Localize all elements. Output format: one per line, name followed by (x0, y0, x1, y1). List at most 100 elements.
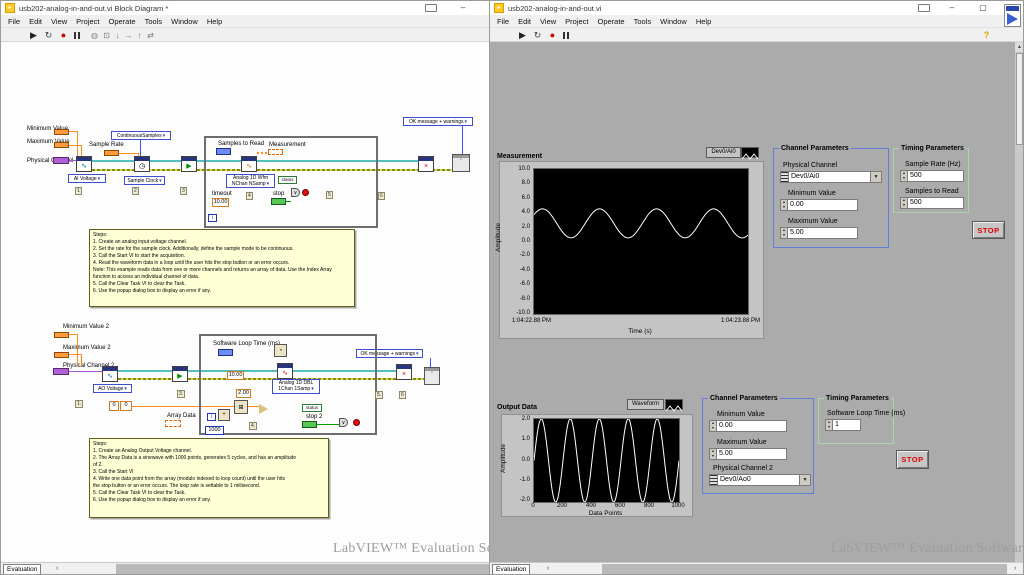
combo-value[interactable]: Dev0/Ai0 (789, 171, 871, 183)
numeric-value[interactable]: 0.00 (788, 199, 858, 211)
status-indicator[interactable]: status (278, 176, 297, 184)
daqmx-create-channel-icon[interactable]: ∿ (76, 156, 92, 172)
spinner-arrows-icon[interactable]: ▲▼ (709, 420, 717, 432)
daqmx-clear-task-icon[interactable]: × (418, 156, 434, 172)
plot-area[interactable] (533, 168, 749, 315)
sample-mode-constant[interactable]: ContinuousSamples (111, 131, 171, 140)
plot-legend[interactable]: Waveform (627, 399, 664, 410)
minimize-button[interactable]: – (942, 1, 962, 14)
scroll-left-icon[interactable]: ‹ (547, 564, 549, 574)
plot-area[interactable] (533, 418, 680, 503)
maximum-value-input[interactable]: ▲▼ 5.00 (780, 227, 858, 239)
spinner-arrows-icon[interactable]: ▲▼ (825, 419, 833, 431)
chevron-down-icon[interactable]: ▼ (871, 171, 882, 183)
run-button-icon[interactable]: ▶ (516, 29, 529, 41)
abort-button-icon[interactable]: ● (57, 29, 70, 41)
menu-item-file[interactable]: File (497, 17, 509, 26)
evaluation-tab[interactable]: Evaluation (492, 564, 530, 575)
points-constant[interactable]: 1000 (205, 426, 224, 435)
menu-item-tools[interactable]: Tools (145, 17, 163, 26)
waveform-legend-icon[interactable] (665, 399, 683, 410)
minimize-button[interactable]: – (453, 1, 473, 14)
menu-item-file[interactable]: File (8, 17, 20, 26)
maximum-value-terminal[interactable] (54, 142, 69, 148)
block-diagram-canvas[interactable]: Minimum Value Maximum Value Sample Rate … (1, 42, 489, 562)
array-data-terminal[interactable] (165, 420, 181, 427)
sample-rate-input[interactable]: ▲▼ 500 (900, 170, 964, 182)
run-button-icon[interactable]: ▶ (27, 29, 40, 41)
scroll-right-icon[interactable]: › (1014, 564, 1016, 574)
multiply-node[interactable] (259, 404, 268, 414)
spinner-arrows-icon[interactable]: ▲▼ (900, 170, 908, 182)
daqmx-start-task-2-icon[interactable]: ▶ (172, 366, 188, 382)
loop-condition-terminal-2[interactable] (353, 419, 360, 426)
titlebar[interactable]: ▸ usb202-analog-in-and-out.vi Block Diag… (1, 1, 489, 15)
menu-item-window[interactable]: Window (171, 17, 198, 26)
daqmx-read-icon[interactable]: ∿ (241, 156, 257, 172)
numeric-value[interactable]: 5.00 (717, 448, 787, 460)
daqmx-timing-icon[interactable]: ◷ (134, 156, 150, 172)
clean-up-diagram-icon[interactable]: ⇄ (144, 29, 157, 41)
pause-button-icon[interactable] (559, 29, 572, 41)
numeric-value[interactable]: 500 (908, 197, 964, 209)
chevron-down-icon[interactable]: ▼ (800, 474, 811, 486)
ao-voltage-selector[interactable]: AO Voltage (93, 384, 132, 393)
numeric-value[interactable]: 1 (833, 419, 861, 431)
vertical-scrollbar[interactable]: ▲ (1014, 42, 1024, 562)
simple-error-handler-2-icon[interactable]: ! (424, 367, 440, 385)
menu-item-project[interactable]: Project (565, 17, 588, 26)
spinner-arrows-icon[interactable]: ▲▼ (709, 448, 717, 460)
timeout-constant[interactable]: 10.00 (212, 198, 229, 207)
array-index-box[interactable]: 0 (109, 401, 119, 411)
daqmx-write-icon[interactable]: ∿ (277, 363, 293, 379)
menu-item-view[interactable]: View (51, 17, 67, 26)
daqmx-clear-task-2-icon[interactable]: × (396, 364, 412, 380)
stop-2-button[interactable]: STOP (896, 450, 929, 469)
index-array-icon[interactable]: ⊞ (234, 400, 248, 414)
horizontal-scrollbar[interactable] (602, 564, 1007, 574)
waveform-legend-icon[interactable] (741, 147, 759, 158)
maximize-button[interactable]: ▢ (973, 1, 993, 14)
physical-channel-terminal[interactable] (53, 157, 69, 164)
evaluation-tab[interactable]: Evaluation (3, 564, 41, 575)
run-continuous-icon[interactable]: ↻ (531, 29, 544, 41)
minimum-value-input[interactable]: ▲▼ 0.00 (780, 199, 858, 211)
scrollbar-thumb[interactable] (1016, 53, 1023, 145)
status-indicator-2[interactable]: status (302, 404, 322, 412)
run-continuous-icon[interactable]: ↻ (42, 29, 55, 41)
minimum-value-2-terminal[interactable] (54, 332, 69, 338)
error-dialog-type-constant[interactable]: OK message + warnings (403, 117, 473, 126)
menu-item-tools[interactable]: Tools (634, 17, 652, 26)
amplitude-constant[interactable]: 2.00 (236, 389, 251, 398)
loop-condition-terminal[interactable] (302, 189, 309, 196)
menu-item-view[interactable]: View (540, 17, 556, 26)
iteration-terminal-2[interactable]: i (207, 413, 216, 421)
sample-rate-terminal[interactable] (104, 150, 119, 156)
menu-item-project[interactable]: Project (76, 17, 99, 26)
menu-item-help[interactable]: Help (207, 17, 222, 26)
menu-item-window[interactable]: Window (660, 17, 687, 26)
menu-item-help[interactable]: Help (696, 17, 711, 26)
daqmx-start-task-icon[interactable]: ▶ (181, 156, 197, 172)
menu-item-operate[interactable]: Operate (109, 17, 136, 26)
spinner-arrows-icon[interactable]: ▲▼ (780, 199, 788, 211)
iteration-terminal[interactable]: i (208, 214, 217, 222)
stop-button[interactable]: STOP (972, 221, 1005, 239)
ai-voltage-selector[interactable]: AI Voltage (68, 174, 106, 183)
quotient-remainder-icon[interactable]: ÷ (218, 409, 230, 421)
numeric-value[interactable]: 0.00 (717, 420, 787, 432)
scroll-left-icon[interactable]: ‹ (56, 564, 58, 574)
minimum-value-terminal[interactable] (54, 129, 69, 135)
minimum-value-2-input[interactable]: ▲▼ 0.00 (709, 420, 787, 432)
or-gate[interactable]: ∨ (291, 188, 300, 197)
menu-item-operate[interactable]: Operate (598, 17, 625, 26)
menu-item-edit[interactable]: Edit (29, 17, 42, 26)
wait-ms-icon[interactable]: ◔ (274, 344, 287, 357)
horizontal-scrollbar[interactable] (116, 564, 489, 574)
maximum-value-2-terminal[interactable] (54, 352, 69, 358)
spinner-arrows-icon[interactable]: ▲▼ (900, 197, 908, 209)
titlebar[interactable]: ▸ usb202-analog-in-and-out.vi – ▢ × (490, 1, 1023, 15)
abort-button-icon[interactable]: ● (546, 29, 559, 41)
daqmx-create-ao-channel-icon[interactable]: ∿ (102, 366, 118, 382)
front-panel-canvas[interactable]: Measurement Dev0/Ai0 Amplitude 10.08.06.… (490, 42, 1023, 562)
